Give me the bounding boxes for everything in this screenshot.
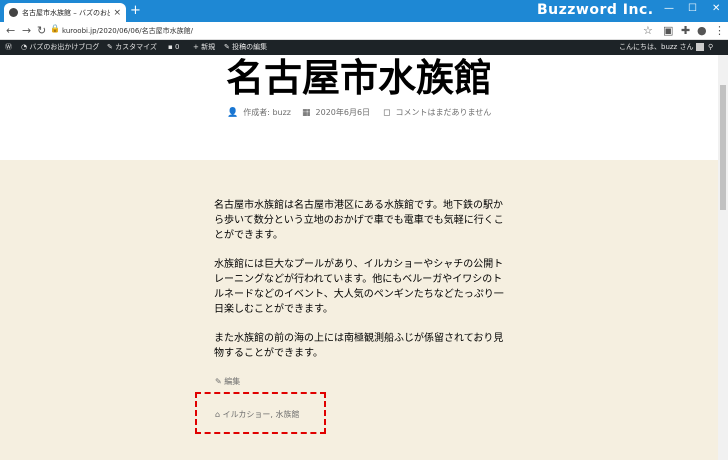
admin-bar-edit-label: 投稿の編集 [232, 43, 268, 51]
profile-icon[interactable]: ● [697, 24, 707, 38]
admin-bar-account[interactable]: こんにちは、buzz さん [619, 40, 705, 55]
brand-watermark: Buzzword Inc. [537, 2, 654, 18]
admin-bar-customize[interactable]: ✎ カスタマイズ [107, 40, 157, 55]
admin-bar-new[interactable]: + 新規 [193, 40, 215, 55]
browser-tab[interactable]: 名古屋市水族館 – バズのお出かけブ × [4, 3, 126, 22]
maximize-icon[interactable]: ☐ [688, 3, 697, 14]
admin-bar-new-label: 新規 [201, 43, 216, 51]
avatar [696, 43, 705, 51]
post-content: 名古屋市水族館は名古屋市港区にある水族館です。地下鉄の駅から歩いて数分という立地… [0, 160, 718, 460]
tab-title: 名古屋市水族館 – バズのお出かけブ [22, 8, 110, 17]
extension-icon[interactable]: ▣ [663, 24, 673, 38]
admin-bar-customize-label: カスタマイズ [115, 43, 157, 51]
close-window-icon[interactable]: ✕ [712, 3, 720, 14]
paragraph-3: また水族館の前の海の上には南極観測船ふじが係留されており見物することができます。 [214, 333, 504, 359]
post-author-text: 作成者: buzz [243, 108, 292, 117]
edit-link-label: 編集 [224, 377, 241, 386]
brush-icon: ✎ [107, 43, 116, 51]
admin-bar-site[interactable]: ◔ バズのお出かけブログ [21, 40, 99, 55]
lock-icon[interactable]: 🔒 [50, 24, 60, 33]
new-tab-button[interactable]: + [130, 3, 141, 19]
paragraph-1: 名古屋市水族館は名古屋市港区にある水族館です。地下鉄の駅から歩いて数分という立地… [214, 200, 504, 241]
highlight-box [195, 392, 326, 434]
minimize-icon[interactable]: — [664, 3, 674, 14]
reload-icon[interactable]: ↻ [37, 24, 46, 38]
scrollbar-thumb[interactable] [720, 85, 726, 210]
admin-bar-greeting: こんにちは、buzz さん [619, 43, 694, 51]
address-bar[interactable]: kuroobi.jp/2020/06/06/名古屋市水族館/ [62, 25, 193, 37]
post-comments[interactable]: ◻ コメントはまだありません [383, 107, 491, 118]
forward-icon[interactable]: → [22, 24, 31, 38]
post-date[interactable]: ▦ 2020年6月6日 [302, 107, 370, 118]
scrollbar[interactable] [718, 55, 728, 460]
admin-bar-edit-post[interactable]: ✎ 投稿の編集 [224, 40, 267, 55]
plus-icon: + [193, 43, 202, 51]
browser-titlebar: 名古屋市水族館 – バズのお出かけブ × + Buzzword Inc. — ☐… [0, 0, 728, 22]
page-title: 名古屋市水族館 [225, 56, 492, 100]
paragraph-2: 水族館には巨大なプールがあり、イルカショーやシャチの公開トレーニングなどが行われ… [214, 259, 504, 315]
post-date-text: 2020年6月6日 [315, 108, 371, 117]
edit-icon: ✎ [215, 377, 225, 386]
star-icon[interactable]: ☆ [643, 24, 653, 38]
puzzle-icon[interactable]: ✚ [681, 24, 690, 38]
search-icon[interactable]: ⚲ [708, 40, 713, 55]
post-comments-text: コメントはまだありません [395, 108, 492, 117]
comment-icon: ▪ [168, 43, 175, 51]
back-icon[interactable]: ← [6, 24, 15, 38]
wp-admin-bar: Ⓦ ◔ バズのお出かけブログ ✎ カスタマイズ ▪ 0 + 新規 ✎ 投稿の編集… [0, 40, 728, 55]
comment-bubble-icon: ◻ [383, 108, 391, 118]
post-author[interactable]: 👤 作成者: buzz [227, 107, 291, 118]
admin-bar-comments[interactable]: ▪ 0 [168, 40, 179, 55]
site-favicon-icon [9, 8, 18, 17]
person-icon: 👤 [227, 108, 239, 118]
pencil-icon: ✎ [224, 43, 233, 51]
post-header: 名古屋市水族館 👤 作成者: buzz ▦ 2020年6月6日 ◻ コメントはまだあり… [0, 55, 718, 160]
browser-toolbar: ← → ↻ 🔒 kuroobi.jp/2020/06/06/名古屋市水族館/ ☆… [0, 22, 728, 40]
admin-bar-comments-count: 0 [174, 43, 180, 51]
tab-close-icon[interactable]: × [113, 8, 121, 18]
menu-icon[interactable]: ⋮ [714, 24, 725, 38]
calendar-icon: ▦ [302, 108, 311, 118]
wordpress-icon[interactable]: Ⓦ [5, 40, 12, 55]
admin-bar-site-label: バズのお出かけブログ [29, 43, 100, 51]
edit-link[interactable]: ✎ 編集 [215, 376, 240, 387]
